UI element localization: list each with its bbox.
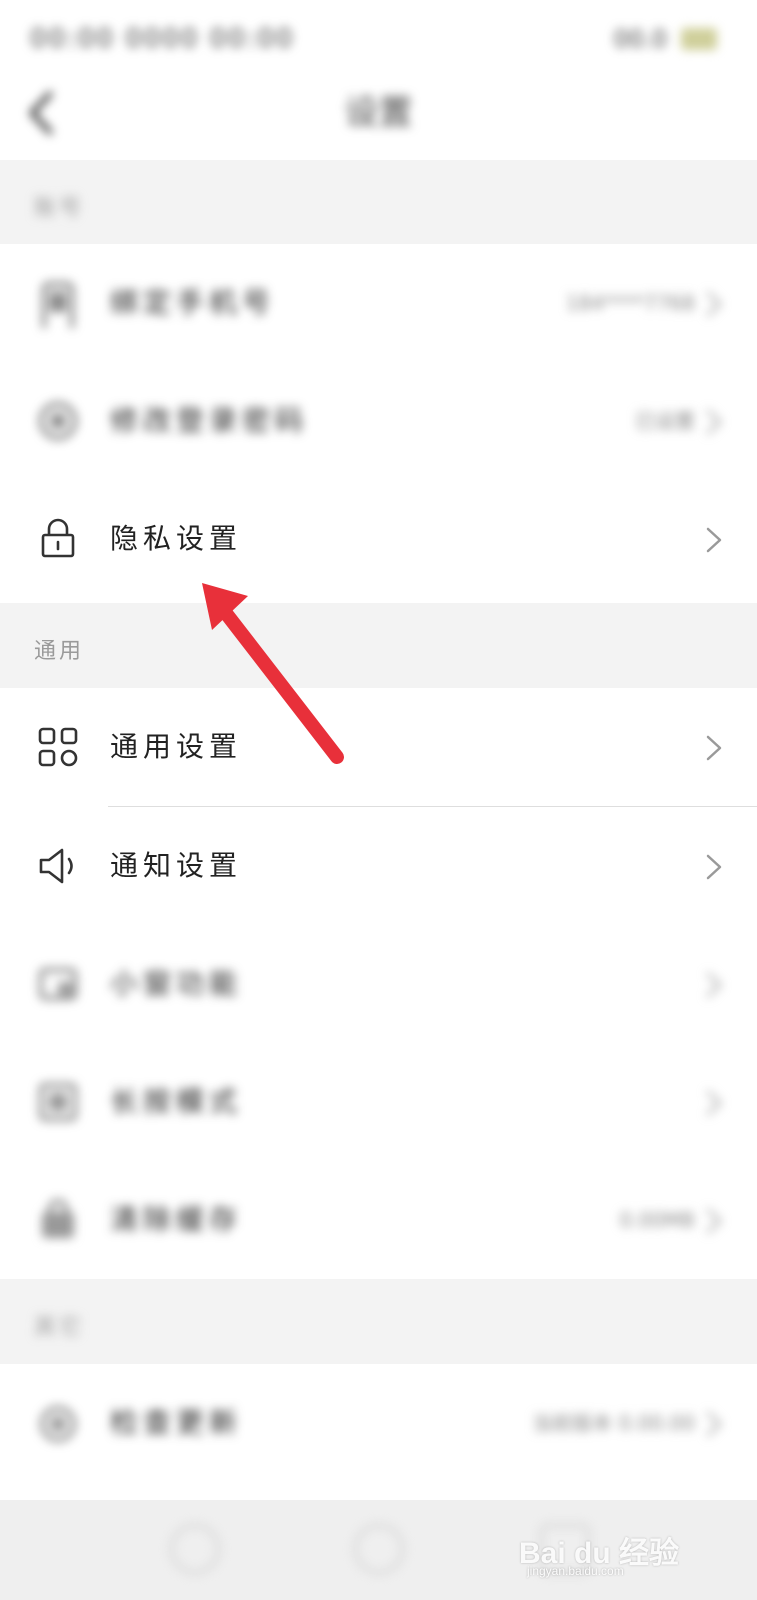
square-icon [39, 1083, 77, 1121]
window-icon [39, 968, 77, 1000]
row-label: 通知设置 [110, 849, 243, 882]
battery-icon [681, 28, 717, 50]
chevron-right-icon [706, 291, 722, 317]
chevron-right-icon [706, 409, 722, 435]
row-check-update[interactable]: 检查更新 当前版本 0.00.00 [0, 1364, 757, 1482]
section-header-account: 账号 [0, 160, 757, 244]
row-label: 检查更新 [110, 1406, 243, 1439]
status-bar: 00:00 0000 00:00 00.0 [0, 0, 757, 72]
row-value: 当前版本 0.00.00 [532, 1411, 695, 1435]
section-label: 通用 [34, 639, 85, 664]
row-label: 修改登录密码 [110, 404, 309, 437]
chevron-right-icon [706, 1208, 722, 1234]
speaker-icon [39, 848, 73, 884]
row-value: 已设置 [635, 409, 695, 433]
row-change-password[interactable]: 修改登录密码 已设置 [0, 362, 757, 480]
status-time: 00:00 0000 00:00 [30, 24, 295, 54]
row-value: 184****7768 [565, 291, 695, 315]
section-header-other: 其它 [0, 1279, 757, 1364]
section-label: 账号 [34, 196, 85, 221]
baidu-watermark-logo: Bai du 经验 jingyan.baidu.com [519, 1520, 719, 1580]
bag-icon [42, 1200, 74, 1238]
section-label: 其它 [34, 1315, 85, 1340]
home-nav-icon[interactable] [354, 1524, 404, 1574]
chevron-right-icon [706, 854, 722, 880]
shield-icon [39, 402, 77, 440]
grid-icon [38, 727, 78, 767]
row-general-settings[interactable]: 通用设置 [0, 688, 757, 806]
row-clear-cache[interactable]: 清除缓存 0.00MB [0, 1161, 757, 1279]
chevron-right-icon [706, 527, 722, 553]
row-bind-phone[interactable]: 绑定手机号 184****7768 [0, 244, 757, 362]
row-privacy-settings[interactable]: 隐私设置 [0, 480, 757, 598]
row-value: 0.00MB [619, 1208, 695, 1232]
row-label: 清除缓存 [110, 1203, 243, 1236]
update-icon [40, 1406, 76, 1442]
row-notification-settings[interactable]: 通知设置 [0, 807, 757, 925]
row-label: 绑定手机号 [110, 286, 276, 319]
chevron-right-icon [706, 1411, 722, 1437]
row-small-window[interactable]: 小窗功能 [0, 925, 757, 1043]
chevron-right-icon [706, 972, 722, 998]
row-label: 通用设置 [110, 730, 243, 763]
chevron-right-icon [706, 735, 722, 761]
status-indicators: 00.0 [613, 25, 667, 53]
back-nav-icon[interactable] [170, 1524, 220, 1574]
row-label: 隐私设置 [110, 522, 243, 555]
row-long-press[interactable]: 长按模式 [0, 1043, 757, 1161]
row-label: 长按模式 [110, 1085, 243, 1118]
row-label: 小窗功能 [110, 967, 243, 1000]
lock-icon [41, 518, 75, 558]
section-header-general: 通用 [0, 603, 757, 688]
phone-icon [42, 282, 74, 328]
chevron-right-icon [706, 1090, 722, 1116]
watermark-url: jingyan.baidu.com [527, 1564, 624, 1578]
page-title: 设置 [344, 93, 413, 133]
